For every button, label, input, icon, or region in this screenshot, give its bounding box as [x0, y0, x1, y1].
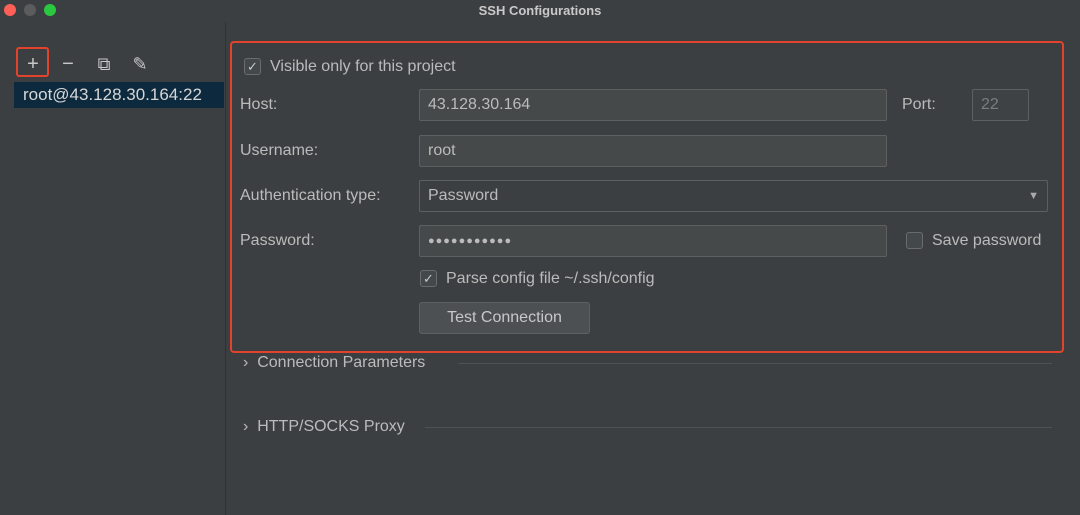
host-label: Host:: [240, 96, 278, 113]
auth-type-select[interactable]: Password ▼: [419, 180, 1048, 212]
divider: [458, 363, 1052, 364]
window-title: SSH Configurations: [478, 3, 602, 18]
section-http-socks-proxy[interactable]: › HTTP/SOCKS Proxy: [243, 418, 405, 436]
username-input[interactable]: root: [419, 135, 887, 167]
section-connection-parameters[interactable]: › Connection Parameters: [243, 354, 425, 372]
sidebar-item-config[interactable]: root@43.128.30.164:22: [14, 82, 224, 108]
section-label: Connection Parameters: [257, 354, 426, 371]
password-label: Password:: [240, 232, 315, 249]
port-input[interactable]: 22: [972, 89, 1029, 121]
test-connection-button[interactable]: Test Connection: [419, 302, 590, 334]
port-label: Port:: [902, 96, 936, 113]
visible-only-checkbox[interactable]: ✓: [244, 58, 261, 75]
parse-config-label: Parse config file ~/.ssh/config: [446, 270, 655, 287]
section-label: HTTP/SOCKS Proxy: [257, 418, 405, 435]
chevron-right-icon: ›: [243, 354, 249, 371]
visible-only-label: Visible only for this project: [270, 58, 456, 75]
save-password-label: Save password: [932, 232, 1042, 249]
divider: [425, 427, 1052, 428]
parse-config-checkbox[interactable]: ✓: [420, 270, 437, 287]
username-label: Username:: [240, 142, 319, 159]
auth-type-label: Authentication type:: [240, 187, 381, 204]
add-icon[interactable]: +: [21, 52, 45, 76]
remove-icon[interactable]: −: [56, 52, 80, 76]
chevron-right-icon: ›: [243, 418, 249, 435]
password-input[interactable]: ●●●●●●●●●●●: [419, 225, 887, 257]
save-password-checkbox[interactable]: [906, 232, 923, 249]
host-input[interactable]: 43.128.30.164: [419, 89, 887, 121]
copy-icon[interactable]: ⧉: [92, 52, 116, 76]
chevron-down-icon: ▼: [1028, 190, 1039, 202]
auth-type-value: Password: [428, 187, 499, 204]
edit-icon[interactable]: ✎: [128, 52, 152, 76]
